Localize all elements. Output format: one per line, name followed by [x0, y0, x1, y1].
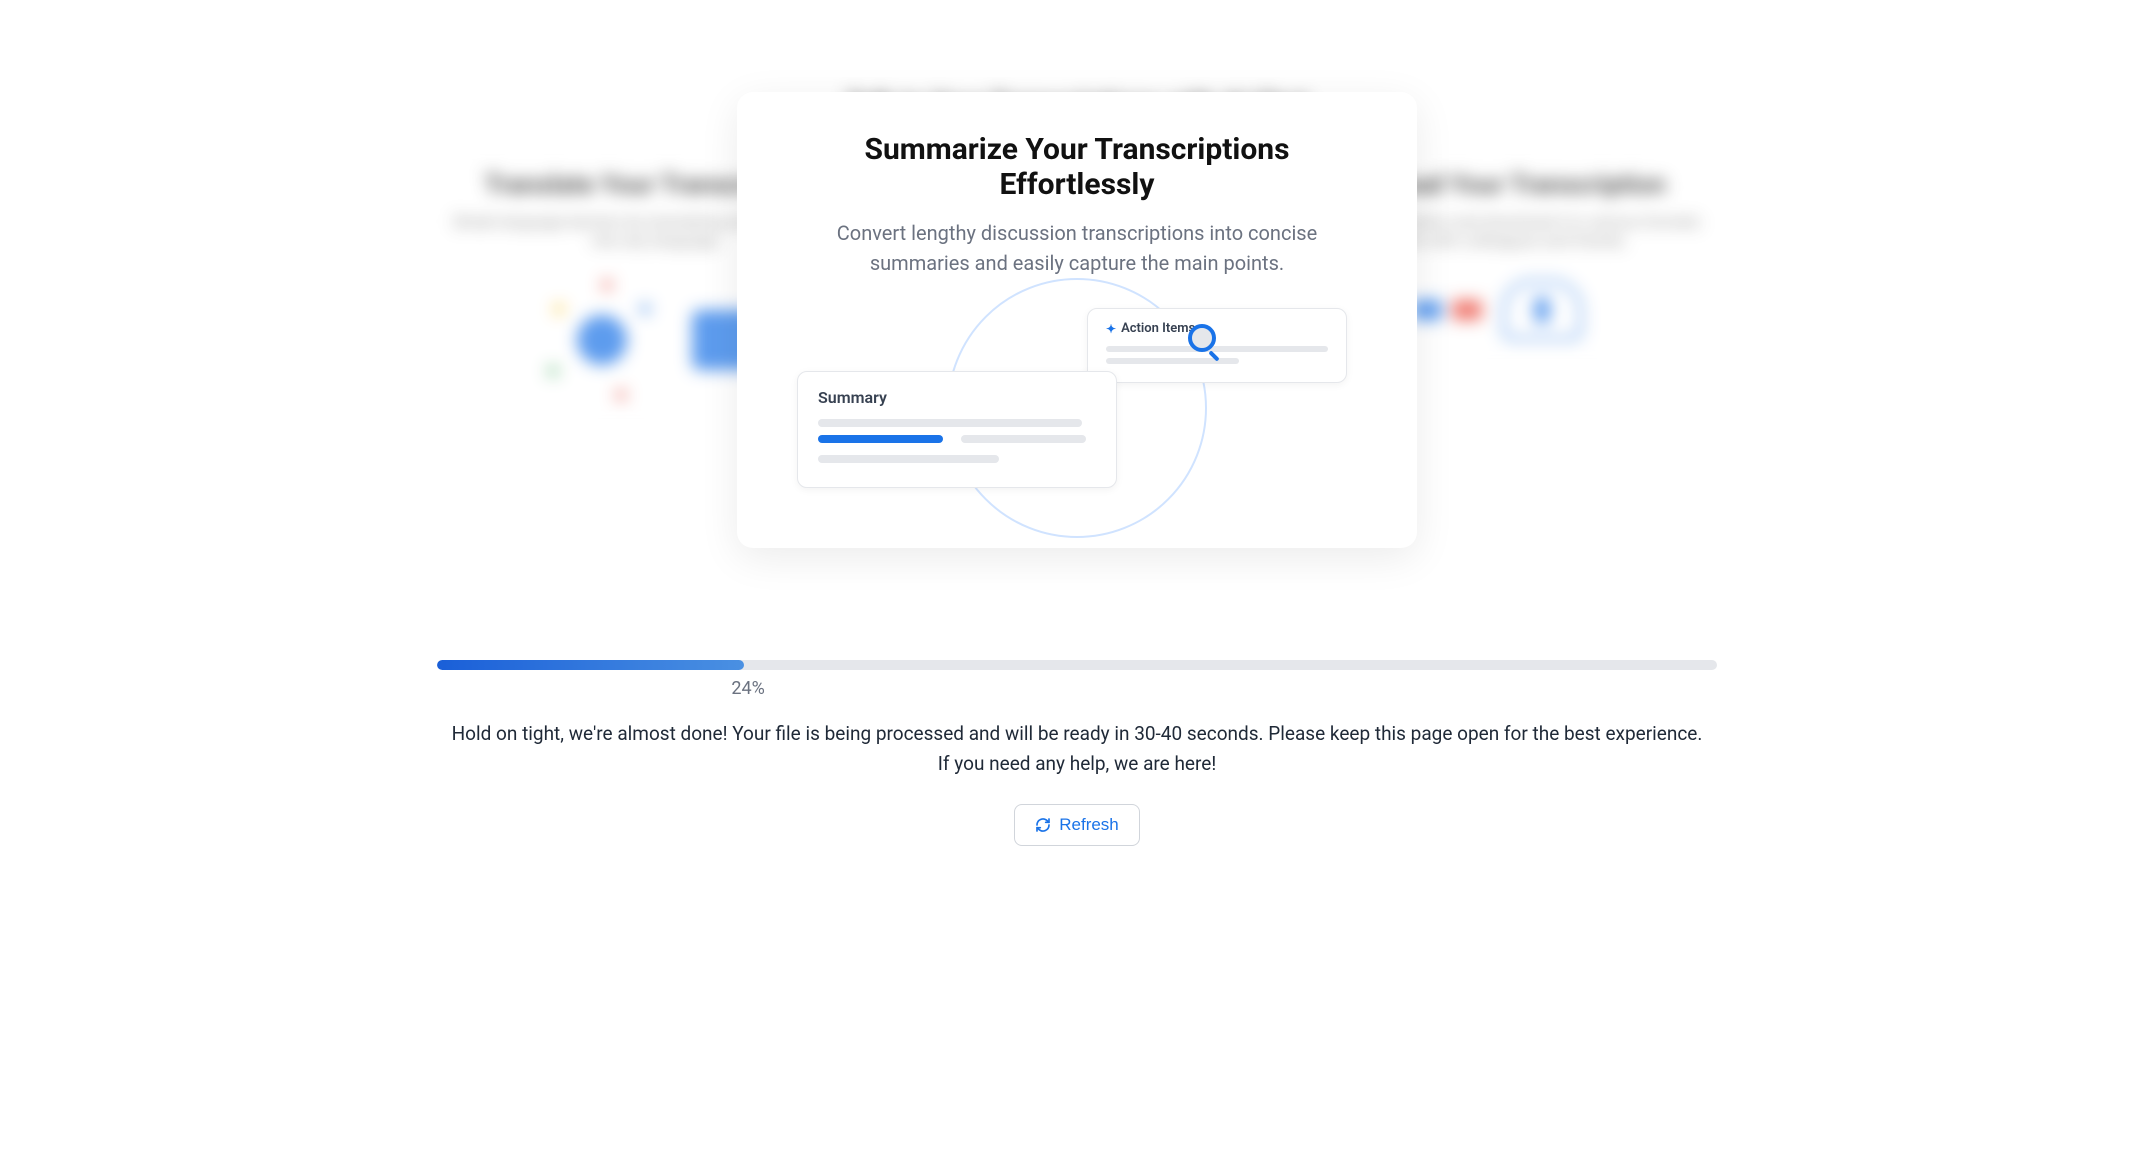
placeholder-line-highlight: [818, 435, 943, 443]
summary-label: Summary: [818, 388, 1096, 407]
format-icon: [1452, 300, 1482, 320]
refresh-button-label: Refresh: [1059, 815, 1119, 835]
action-items-card: ✦ Action Items: [1087, 308, 1347, 383]
main-feature-card: Summarize Your Transcriptions Effortless…: [737, 92, 1417, 548]
globe-icon: [542, 280, 662, 400]
magnify-icon: [1188, 324, 1216, 352]
summary-card: Summary: [797, 371, 1117, 488]
progress-section: 24%: [437, 660, 1717, 699]
main-card-title: Summarize Your Transcriptions Effortless…: [787, 132, 1367, 202]
refresh-button[interactable]: Refresh: [1014, 804, 1140, 846]
action-items-label: Action Items: [1121, 321, 1195, 336]
feature-carousel: Talk to Your Transcriptions with AI Chat…: [377, 40, 1777, 600]
progress-bar-fill: [437, 660, 744, 670]
sparkle-icon: ✦: [1106, 322, 1116, 336]
refresh-icon: [1035, 817, 1051, 833]
progress-bar: [437, 660, 1717, 670]
placeholder-line: [1106, 346, 1328, 352]
main-card-subtitle: Convert lengthy discussion transcription…: [787, 218, 1367, 278]
placeholder-line: [818, 455, 999, 463]
summarize-illustration: ✦ Action Items Summary: [787, 308, 1367, 508]
status-text: Hold on tight, we're almost done! Your f…: [447, 719, 1707, 780]
placeholder-line: [961, 435, 1086, 443]
cloud-upload-icon: [1502, 280, 1582, 340]
progress-percent-label: 24%: [731, 678, 1717, 699]
placeholder-line: [818, 419, 1082, 427]
